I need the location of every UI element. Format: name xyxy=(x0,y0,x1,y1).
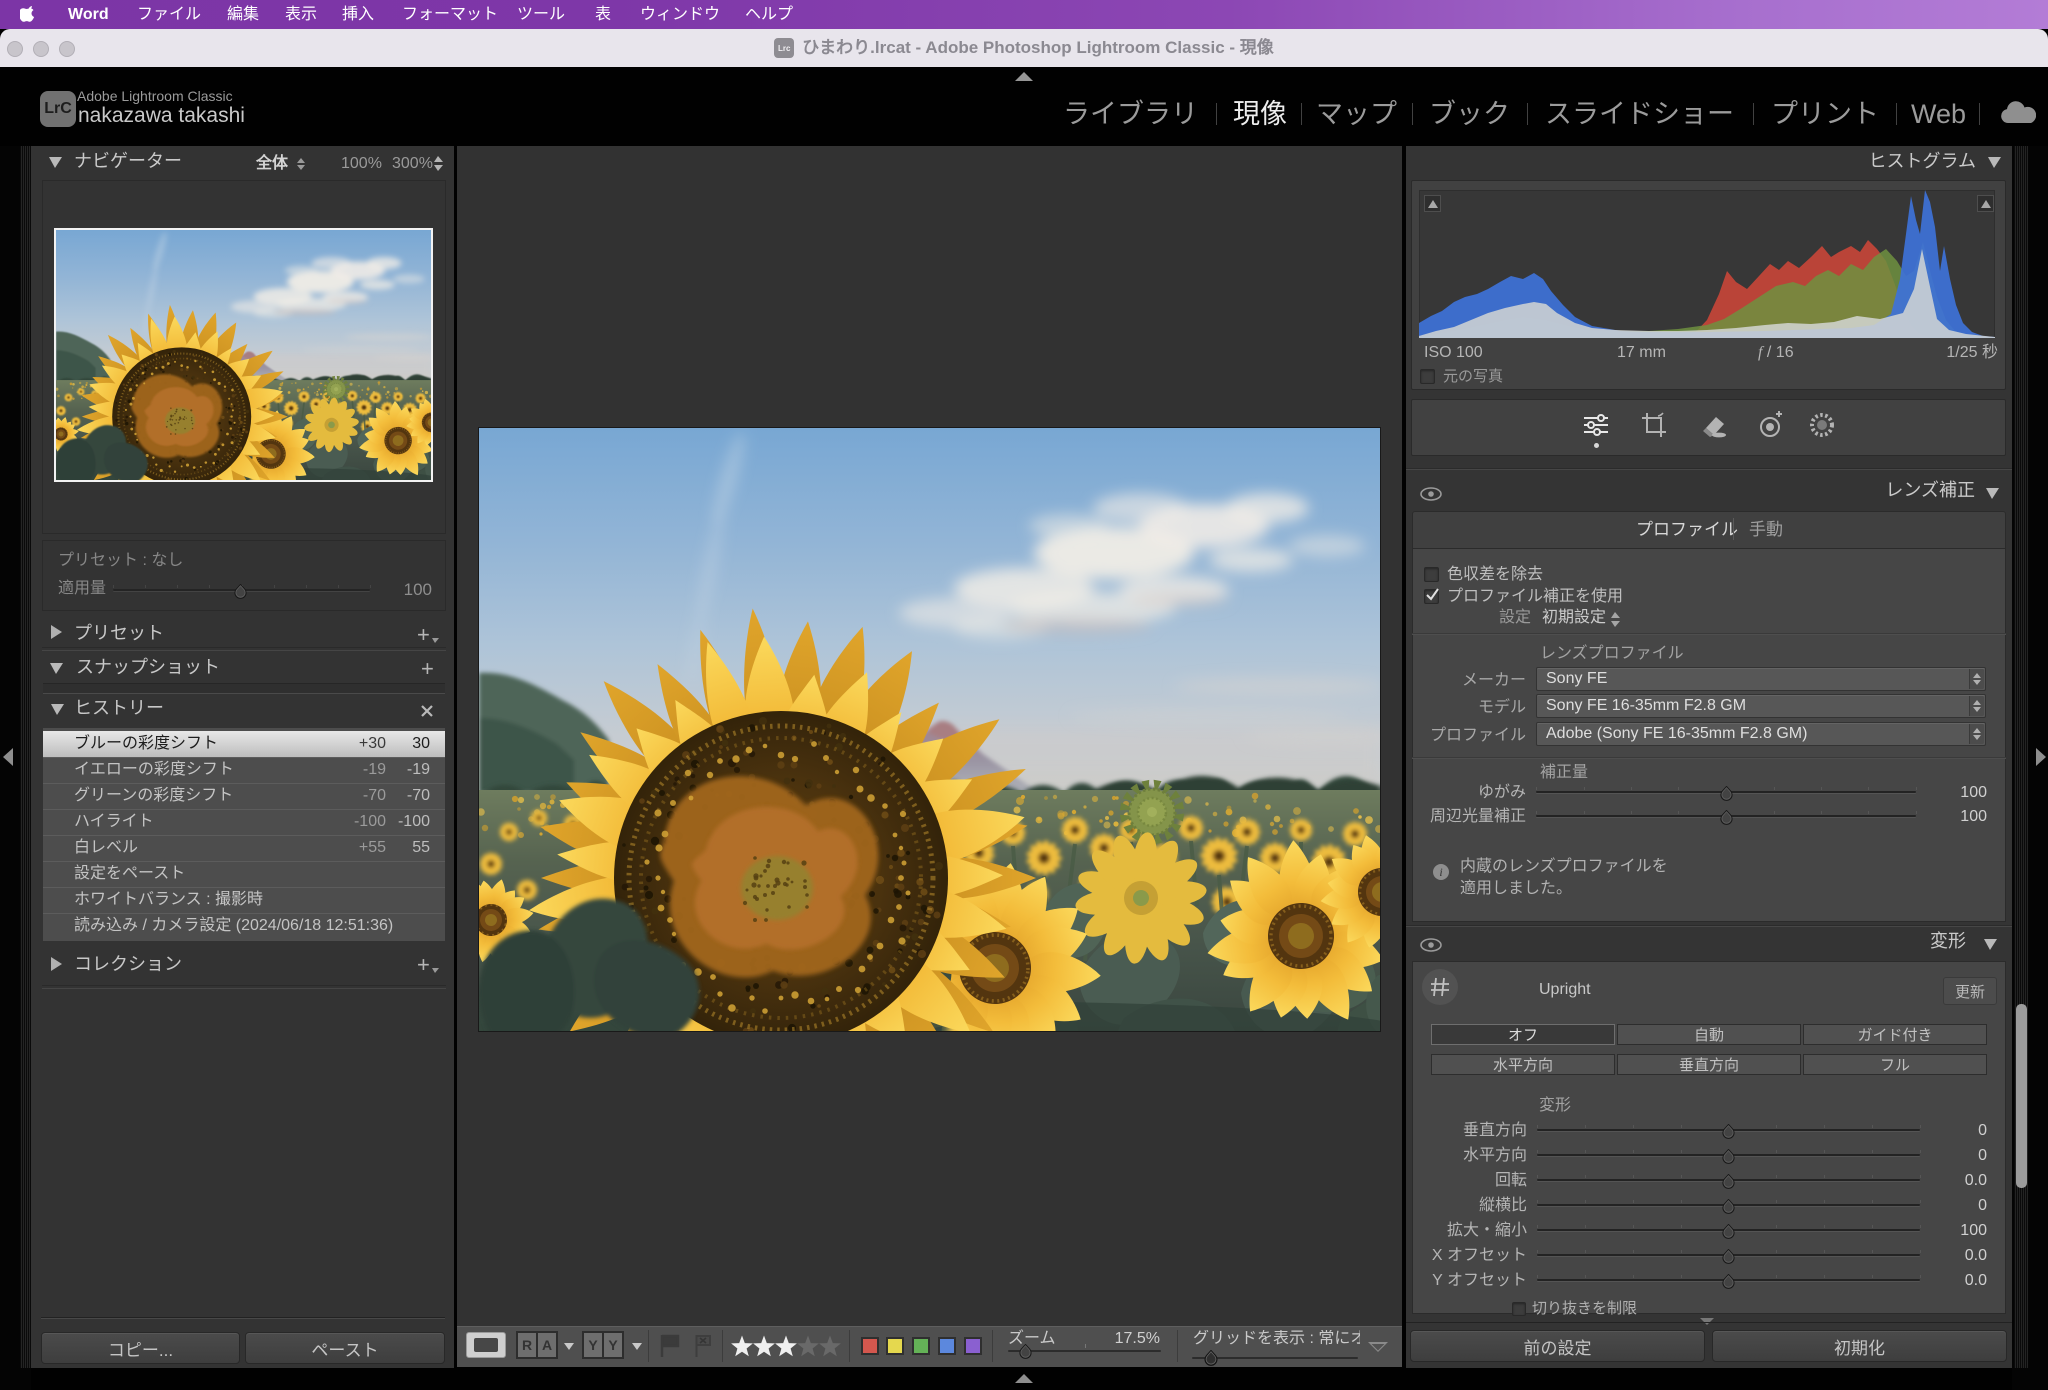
svg-text:i: i xyxy=(1439,865,1442,879)
